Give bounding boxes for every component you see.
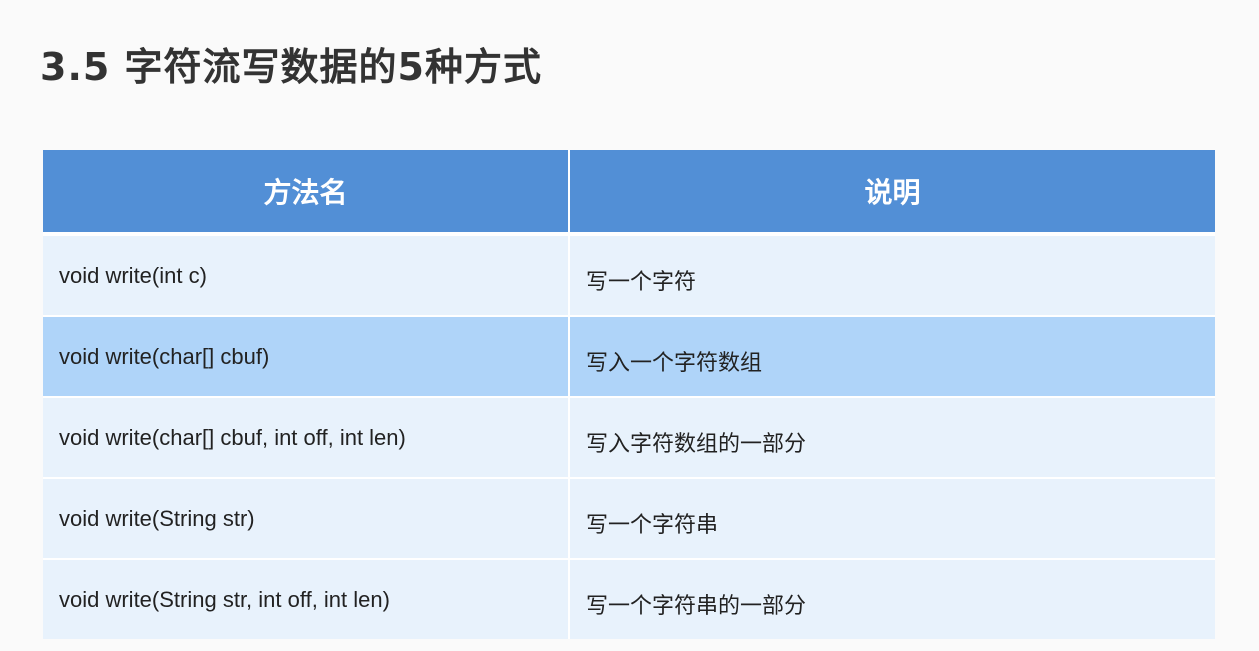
method-cell: void write(String str) — [43, 478, 570, 560]
table-row: void write(String str) 写一个字符串 — [43, 478, 1215, 560]
table-row: void write(int c) 写一个字符 — [43, 234, 1215, 317]
method-cell: void write(char[] cbuf, int off, int len… — [43, 397, 570, 479]
description-cell: 写入一个字符数组 — [569, 316, 1215, 398]
description-cell: 写一个字符串的一部分 — [569, 559, 1215, 639]
header-method-name: 方法名 — [43, 150, 570, 236]
table-header-row: 方法名 说明 — [43, 150, 1215, 236]
methods-table: 方法名 说明 void write(int c) 写一个字符 void writ… — [43, 150, 1215, 639]
header-description: 说明 — [569, 150, 1215, 236]
methods-table-container: 方法名 说明 void write(int c) 写一个字符 void writ… — [43, 150, 1215, 639]
table-row: void write(char[] cbuf, int off, int len… — [43, 397, 1215, 479]
method-cell: void write(int c) — [43, 234, 570, 317]
page-title: 3.5 字符流写数据的5种方式 — [40, 45, 542, 89]
description-cell: 写一个字符串 — [569, 478, 1215, 560]
description-cell: 写入字符数组的一部分 — [569, 397, 1215, 479]
table-row: void write(char[] cbuf) 写入一个字符数组 — [43, 316, 1215, 398]
table-row: void write(String str, int off, int len)… — [43, 559, 1215, 639]
method-cell: void write(char[] cbuf) — [43, 316, 570, 398]
method-cell: void write(String str, int off, int len) — [43, 559, 570, 639]
description-cell: 写一个字符 — [569, 234, 1215, 317]
